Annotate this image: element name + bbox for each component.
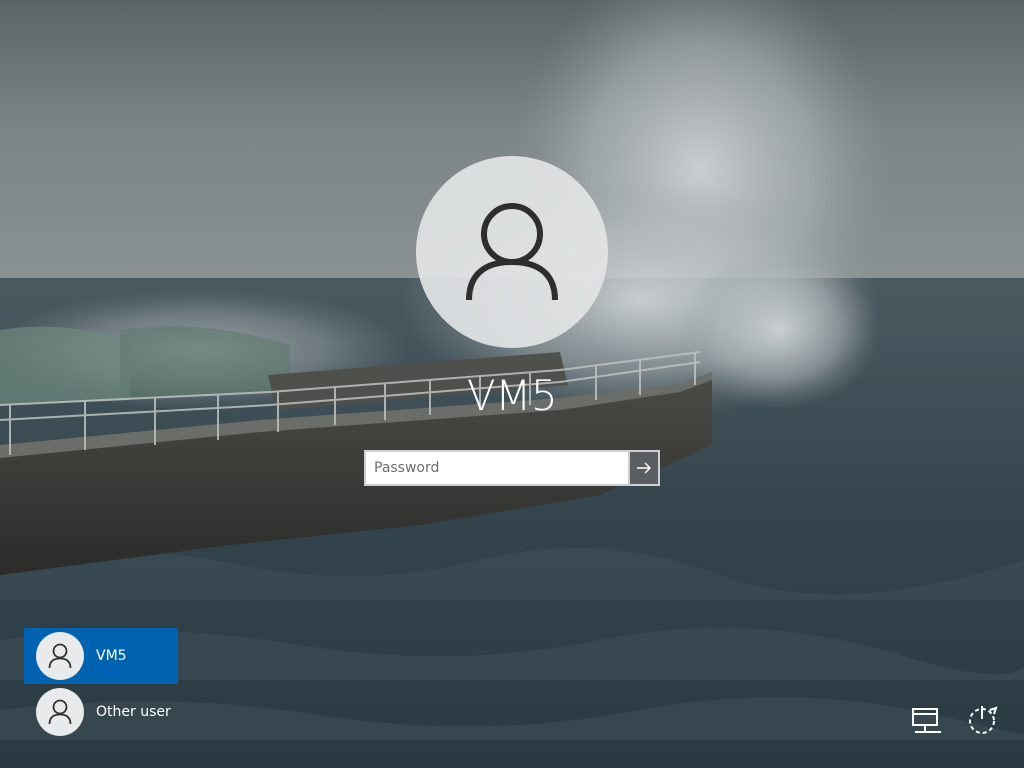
user-tile-avatar [36,632,84,680]
user-tile-vm5[interactable]: VM5 [24,628,178,684]
power-icon [969,706,998,734]
user-avatar-large [416,156,608,348]
arrow-right-icon [637,462,651,474]
user-tile-other-user[interactable]: Other user [24,684,178,740]
user-tile-label: Other user [96,704,171,720]
user-icon [48,643,72,669]
user-icon [48,699,72,725]
user-icon [466,203,558,301]
user-tile-avatar [36,688,84,736]
power-button[interactable] [962,700,1004,742]
user-tile-label: VM5 [96,648,127,664]
network-button[interactable] [906,700,948,742]
login-screen: VM5 VM5 Other user [0,0,1024,768]
user-name: VM5 [466,371,558,420]
user-list: VM5 Other user [24,628,178,740]
network-icon [912,708,941,733]
corner-icons [906,700,1004,742]
password-input[interactable] [364,450,628,486]
submit-button[interactable] [628,450,660,486]
password-row [364,450,660,486]
